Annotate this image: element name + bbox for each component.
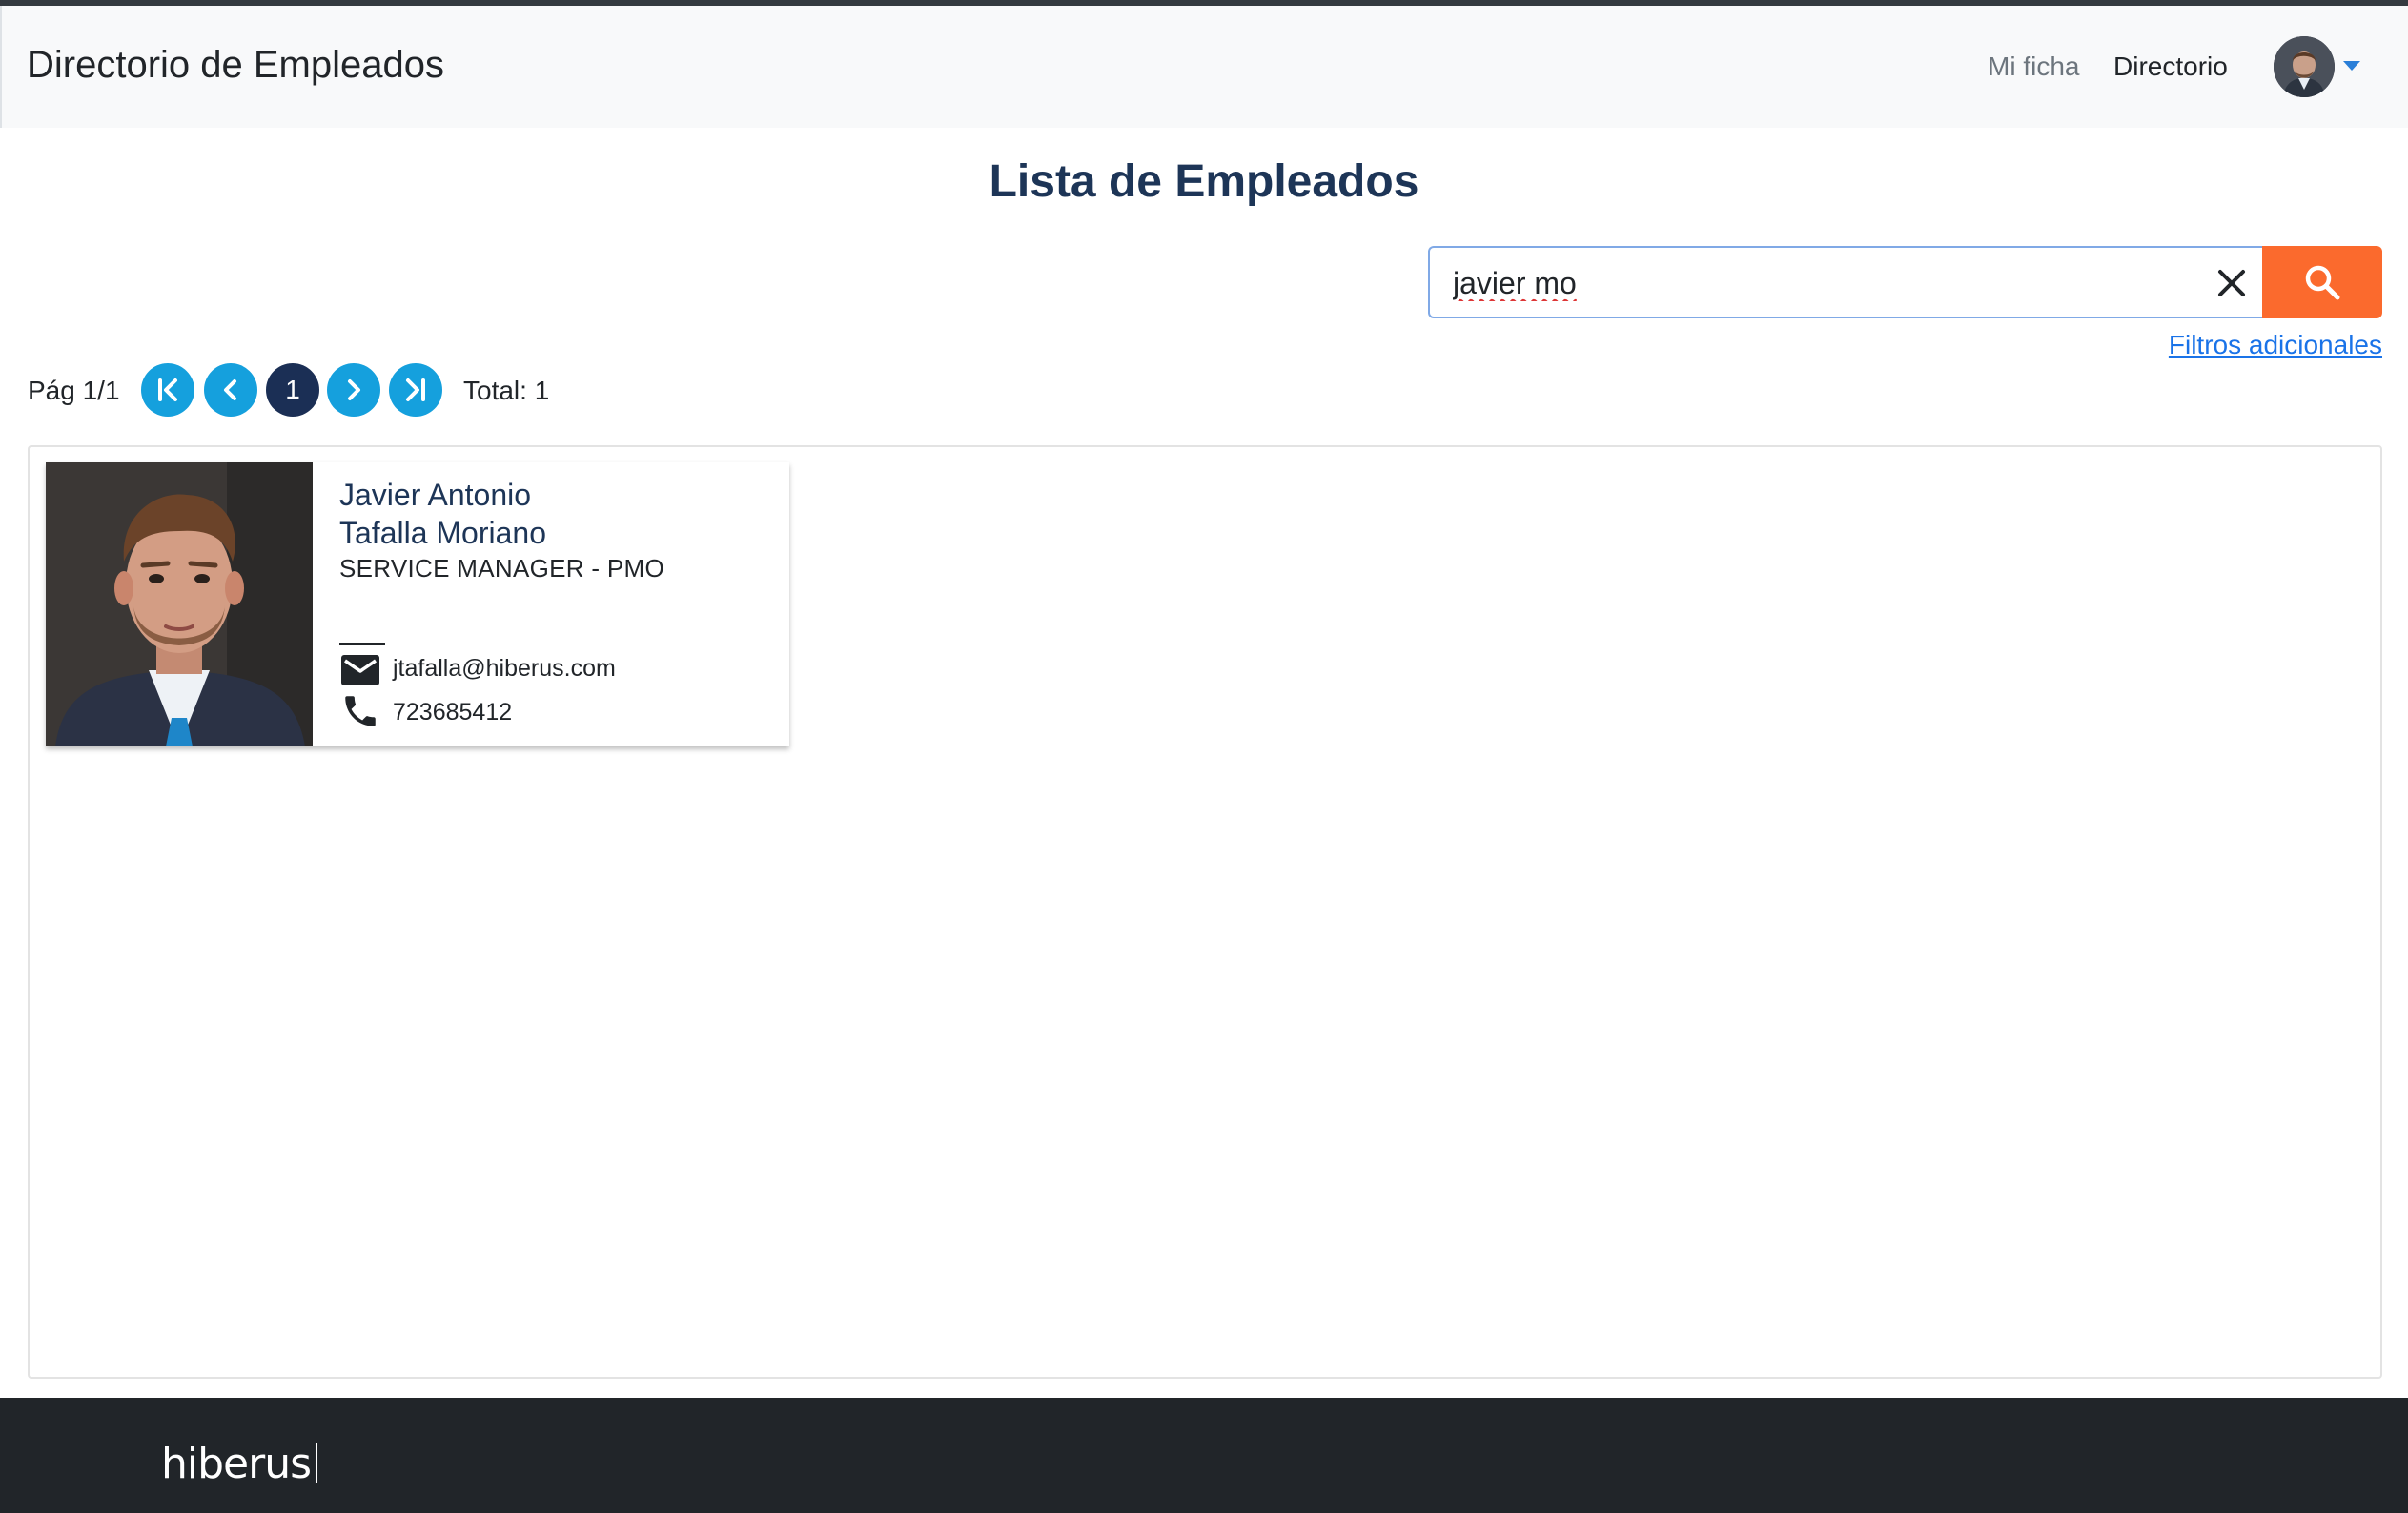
employee-phone[interactable]: 723685412 bbox=[393, 699, 512, 726]
nav-mi-ficha[interactable]: Mi ficha bbox=[1988, 51, 2079, 82]
results-panel: Javier Antonio Tafalla Moriano SERVICE M… bbox=[28, 445, 2382, 1379]
previous-page-button[interactable] bbox=[204, 363, 257, 417]
first-page-button[interactable] bbox=[141, 363, 194, 417]
mail-icon bbox=[341, 655, 379, 685]
app-brand[interactable]: Directorio de Empleados bbox=[27, 44, 444, 87]
navbar: Directorio de Empleados Mi ficha Directo… bbox=[0, 6, 2408, 128]
page-title: Lista de Empleados bbox=[989, 156, 1419, 207]
search-icon bbox=[2305, 265, 2340, 300]
chevron-down-icon bbox=[2343, 61, 2360, 71]
search-box bbox=[1428, 246, 2262, 318]
last-page-button[interactable] bbox=[389, 363, 442, 417]
page-indicator: Pág 1/1 bbox=[28, 376, 120, 405]
next-page-icon bbox=[348, 379, 360, 400]
next-page-button[interactable] bbox=[327, 363, 380, 417]
user-menu-toggle[interactable] bbox=[2274, 36, 2360, 99]
nav-directorio[interactable]: Directorio bbox=[2113, 51, 2228, 82]
total-count: Total: 1 bbox=[463, 376, 550, 405]
employee-photo bbox=[46, 462, 313, 746]
employee-last-name[interactable]: Tafalla Moriano bbox=[339, 514, 546, 552]
employee-role: SERVICE MANAGER - PMO bbox=[339, 554, 664, 583]
search-button[interactable] bbox=[2262, 246, 2382, 318]
hiberus-logo[interactable]: hiberus bbox=[161, 1440, 312, 1488]
current-page-button[interactable]: 1 bbox=[266, 363, 319, 417]
extra-filters-link[interactable]: Filtros adicionales bbox=[2169, 330, 2382, 360]
employee-first-name[interactable]: Javier Antonio bbox=[339, 476, 531, 514]
last-page-icon bbox=[406, 378, 425, 401]
close-icon[interactable] bbox=[2214, 265, 2250, 301]
footer: hiberus bbox=[0, 1398, 2408, 1513]
employee-card[interactable]: Javier Antonio Tafalla Moriano SERVICE M… bbox=[46, 462, 789, 746]
employee-email[interactable]: jtafalla@hiberus.com bbox=[393, 655, 616, 683]
search-input[interactable] bbox=[1453, 261, 2187, 305]
card-divider bbox=[339, 643, 385, 645]
footer-separator bbox=[316, 1443, 317, 1483]
first-page-icon bbox=[158, 378, 177, 401]
user-avatar bbox=[2274, 36, 2335, 97]
previous-page-icon bbox=[224, 379, 236, 400]
phone-icon bbox=[345, 696, 376, 726]
